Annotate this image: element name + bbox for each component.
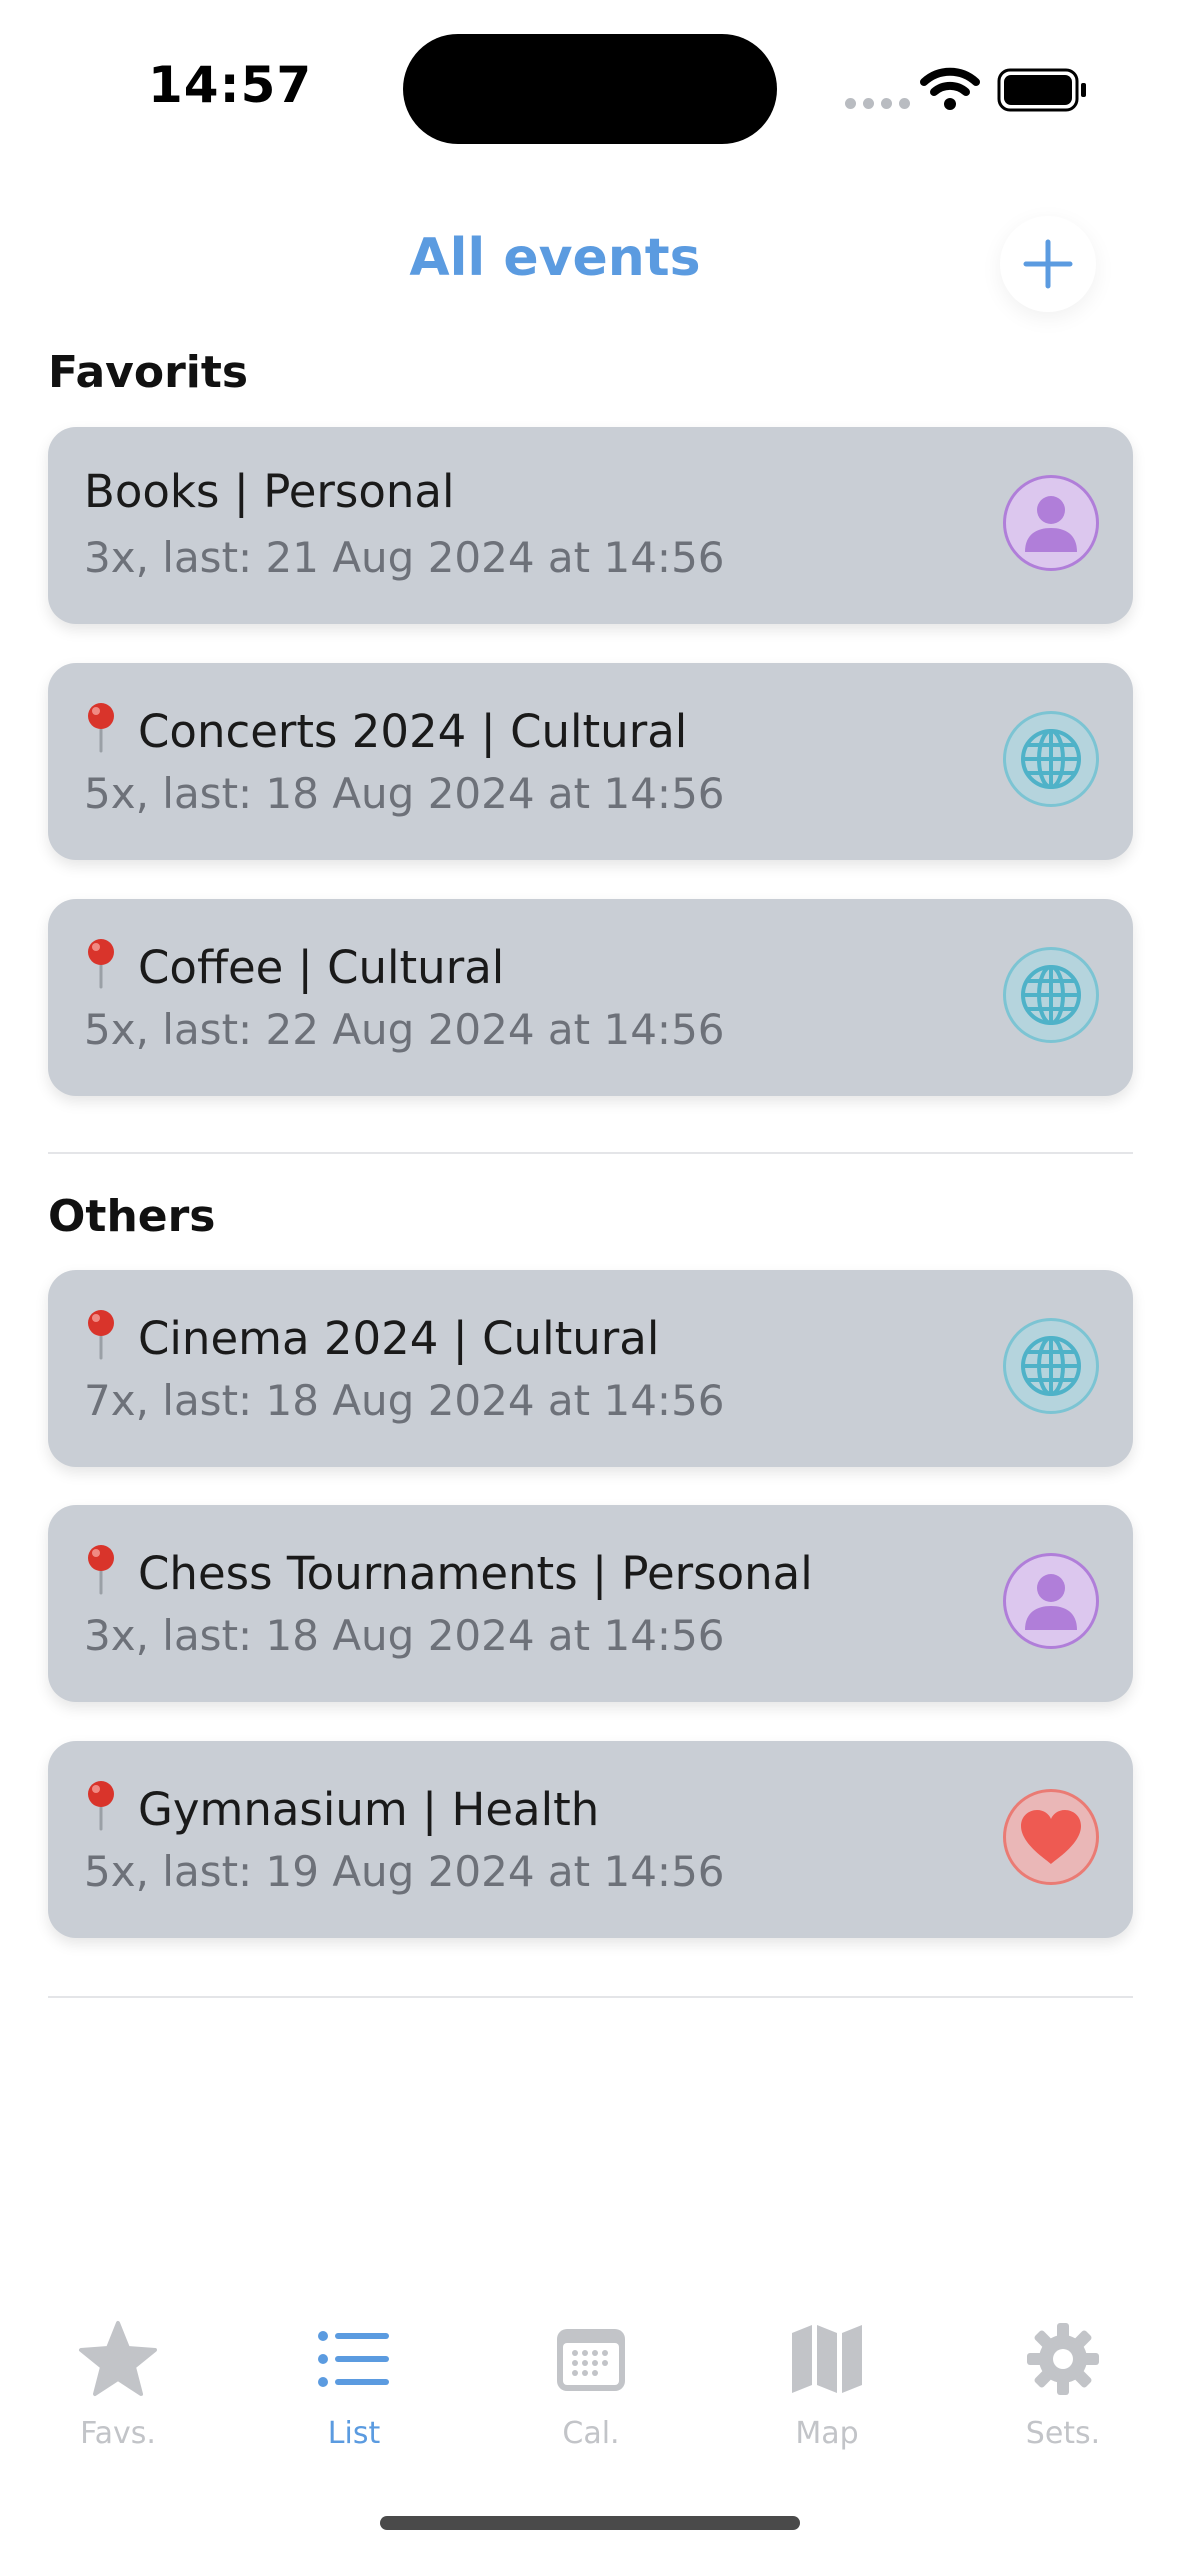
event-subtitle: 5x, last: 19 Aug 2024 at 14:56 [84,1847,725,1896]
tab-label: Map [795,2416,859,2451]
event-title: Concerts 2024 | Cultural [138,705,688,758]
event-subtitle: 7x, last: 18 Aug 2024 at 14:56 [84,1376,725,1425]
tab-map[interactable]: Map [727,2318,927,2451]
tab-sets[interactable]: Sets. [963,2318,1163,2451]
cellular-signal-icon [845,94,917,113]
event-title: Cinema 2024 | Cultural [138,1312,660,1365]
tab-label: List [327,2416,381,2451]
home-indicator[interactable] [380,2516,800,2530]
globe-icon [1021,1336,1081,1396]
category-badge-health [1003,1789,1099,1885]
event-title: Books | Personal [84,465,455,518]
dynamic-island [403,34,777,144]
add-event-button[interactable] [1000,216,1096,312]
pin-icon [88,703,114,753]
pin-icon [88,1545,114,1595]
heart-icon [1021,1810,1081,1864]
list-icon [318,2331,389,2387]
tab-cal[interactable]: Cal. [491,2318,691,2451]
calendar-icon [557,2329,625,2391]
event-subtitle: 5x, last: 22 Aug 2024 at 14:56 [84,1005,725,1054]
tab-list[interactable]: List [254,2318,454,2451]
event-card-books[interactable]: Books | Personal 3x, last: 21 Aug 2024 a… [48,427,1133,624]
event-subtitle: 5x, last: 18 Aug 2024 at 14:56 [84,769,725,818]
gear-icon [1027,2323,1099,2395]
event-subtitle: 3x, last: 21 Aug 2024 at 14:56 [84,533,725,582]
category-badge-cultural [1003,1318,1099,1414]
category-badge-cultural [1003,711,1099,807]
event-card-chess[interactable]: Chess Tournaments | Personal 3x, last: 1… [48,1505,1133,1702]
wifi-icon [920,67,980,110]
person-icon [1025,496,1077,552]
person-icon [1025,1574,1077,1630]
battery-icon [997,68,1086,112]
page-title: All events [409,228,701,288]
section-title-favorits: Favorits [48,347,249,398]
tab-label: Cal. [562,2416,620,2451]
section-title-others: Others [48,1191,216,1242]
globe-icon [1021,729,1081,789]
globe-icon [1021,965,1081,1025]
pin-icon [88,1310,114,1360]
category-badge-personal [1003,475,1099,571]
section-divider [48,1996,1133,1998]
plus-icon [1023,239,1073,289]
status-time: 14:57 [148,56,313,114]
section-divider [48,1152,1133,1154]
map-icon [792,2325,862,2393]
event-subtitle: 3x, last: 18 Aug 2024 at 14:56 [84,1611,725,1660]
star-icon [79,2321,157,2396]
event-card-cinema[interactable]: Cinema 2024 | Cultural 7x, last: 18 Aug … [48,1270,1133,1467]
category-badge-cultural [1003,947,1099,1043]
pin-icon [88,939,114,989]
event-card-gymnasium[interactable]: Gymnasium | Health 5x, last: 19 Aug 2024… [48,1741,1133,1938]
pin-icon [88,1781,114,1831]
event-title: Gymnasium | Health [138,1783,600,1836]
category-badge-personal [1003,1553,1099,1649]
event-title: Chess Tournaments | Personal [138,1547,813,1600]
tab-favs[interactable]: Favs. [18,2318,218,2451]
event-title: Coffee | Cultural [138,941,505,994]
tab-label: Favs. [80,2416,156,2451]
event-card-concerts[interactable]: Concerts 2024 | Cultural 5x, last: 18 Au… [48,663,1133,860]
tab-label: Sets. [1025,2416,1101,2451]
event-card-coffee[interactable]: Coffee | Cultural 5x, last: 22 Aug 2024 … [48,899,1133,1096]
